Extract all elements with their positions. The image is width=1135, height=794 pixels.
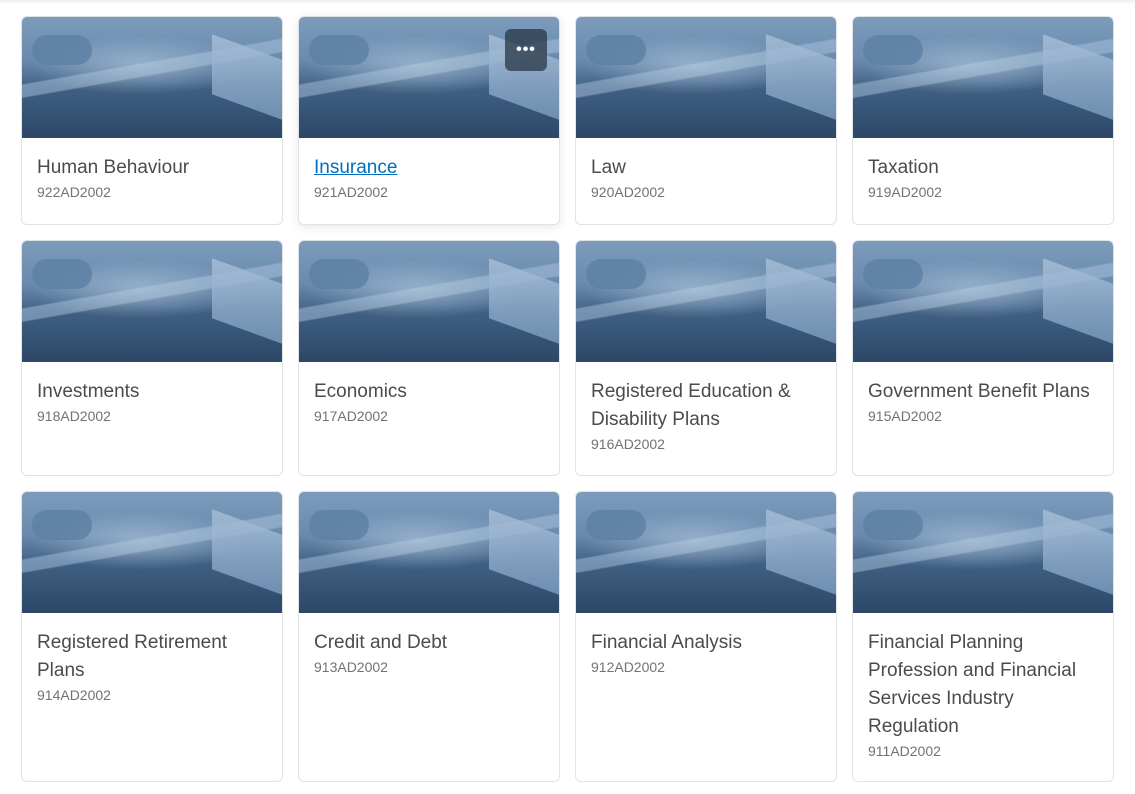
card-body: Registered Retirement Plans 914AD2002 bbox=[22, 613, 282, 704]
course-code: 922AD2002 bbox=[37, 184, 111, 200]
course-code: 917AD2002 bbox=[314, 408, 388, 424]
course-card[interactable]: Investments 918AD2002 bbox=[21, 240, 283, 476]
card-body: Investments 918AD2002 bbox=[22, 362, 282, 425]
course-code: 914AD2002 bbox=[37, 687, 111, 703]
course-image[interactable] bbox=[22, 17, 282, 138]
hand-shape bbox=[32, 510, 92, 540]
course-image[interactable] bbox=[853, 241, 1113, 362]
card-body: Insurance 921AD2002 bbox=[299, 138, 559, 201]
book-shape bbox=[489, 258, 559, 344]
hand-shape bbox=[586, 510, 646, 540]
book-shape bbox=[766, 34, 836, 120]
course-title-link[interactable]: Insurance bbox=[314, 154, 544, 182]
course-image[interactable] bbox=[576, 241, 836, 362]
card-body: Financial Planning Profession and Financ… bbox=[853, 613, 1113, 760]
card-body: Financial Analysis 912AD2002 bbox=[576, 613, 836, 676]
hand-shape bbox=[586, 259, 646, 289]
card-body: Taxation 919AD2002 bbox=[853, 138, 1113, 201]
course-code: 918AD2002 bbox=[37, 408, 111, 424]
card-body: Registered Education & Disability Plans 9… bbox=[576, 362, 836, 453]
hand-shape bbox=[32, 35, 92, 65]
hand-shape bbox=[309, 259, 369, 289]
book-shape bbox=[1043, 34, 1113, 120]
course-card[interactable]: Financial Analysis 912AD2002 bbox=[575, 491, 837, 782]
course-code: 912AD2002 bbox=[591, 659, 665, 675]
course-image[interactable] bbox=[299, 241, 559, 362]
course-title-link[interactable]: Economics bbox=[314, 378, 544, 406]
course-image[interactable] bbox=[22, 241, 282, 362]
course-image[interactable] bbox=[576, 17, 836, 138]
more-options-button[interactable]: ••• bbox=[505, 29, 547, 71]
course-title-link[interactable]: Credit and Debt bbox=[314, 629, 544, 657]
course-code: 915AD2002 bbox=[868, 408, 942, 424]
hand-shape bbox=[309, 510, 369, 540]
card-body: Government Benefit Plans 915AD2002 bbox=[853, 362, 1113, 425]
course-card[interactable]: ••• Insurance 921AD2002 bbox=[298, 16, 560, 225]
course-title-link[interactable]: Taxation bbox=[868, 154, 1098, 182]
book-shape bbox=[212, 258, 282, 344]
hand-shape bbox=[309, 35, 369, 65]
course-code: 920AD2002 bbox=[591, 184, 665, 200]
course-title-link[interactable]: Law bbox=[591, 154, 821, 182]
course-title-link[interactable]: Financial Planning Profession and Financ… bbox=[868, 629, 1098, 741]
card-body: Human Behaviour 922AD2002 bbox=[22, 138, 282, 201]
book-shape bbox=[489, 509, 559, 595]
course-card[interactable]: Taxation 919AD2002 bbox=[852, 16, 1114, 225]
hand-shape bbox=[863, 35, 923, 65]
course-card[interactable]: Credit and Debt 913AD2002 bbox=[298, 491, 560, 782]
card-body: Credit and Debt 913AD2002 bbox=[299, 613, 559, 676]
course-title-link[interactable]: Investments bbox=[37, 378, 267, 406]
hand-shape bbox=[32, 259, 92, 289]
hand-shape bbox=[863, 510, 923, 540]
course-card[interactable]: Registered Education & Disability Plans 9… bbox=[575, 240, 837, 476]
course-card[interactable]: Registered Retirement Plans 914AD2002 bbox=[21, 491, 283, 782]
course-title-link[interactable]: Human Behaviour bbox=[37, 154, 267, 182]
book-shape bbox=[212, 34, 282, 120]
course-code: 911AD2002 bbox=[868, 743, 941, 759]
course-image[interactable]: ••• bbox=[299, 17, 559, 138]
book-shape bbox=[1043, 258, 1113, 344]
course-card[interactable]: Human Behaviour 922AD2002 bbox=[21, 16, 283, 225]
hand-shape bbox=[586, 35, 646, 65]
hand-shape bbox=[863, 259, 923, 289]
course-image[interactable] bbox=[853, 492, 1113, 613]
card-body: Law 920AD2002 bbox=[576, 138, 836, 201]
course-title-link[interactable]: Registered Retirement Plans bbox=[37, 629, 267, 685]
course-card[interactable]: Law 920AD2002 bbox=[575, 16, 837, 225]
course-card[interactable]: Financial Planning Profession and Financ… bbox=[852, 491, 1114, 782]
course-image[interactable] bbox=[22, 492, 282, 613]
course-code: 921AD2002 bbox=[314, 184, 388, 200]
course-image[interactable] bbox=[299, 492, 559, 613]
course-title-link[interactable]: Registered Education & Disability Plans bbox=[591, 378, 821, 434]
book-shape bbox=[766, 258, 836, 344]
book-shape bbox=[212, 509, 282, 595]
course-title-link[interactable]: Financial Analysis bbox=[591, 629, 821, 657]
card-body: Economics 917AD2002 bbox=[299, 362, 559, 425]
course-card[interactable]: Government Benefit Plans 915AD2002 bbox=[852, 240, 1114, 476]
course-code: 913AD2002 bbox=[314, 659, 388, 675]
book-shape bbox=[1043, 509, 1113, 595]
course-code: 916AD2002 bbox=[591, 436, 665, 452]
course-card[interactable]: Economics 917AD2002 bbox=[298, 240, 560, 476]
course-image[interactable] bbox=[853, 17, 1113, 138]
book-shape bbox=[766, 509, 836, 595]
course-image[interactable] bbox=[576, 492, 836, 613]
course-grid: Human Behaviour 922AD2002 ••• Insurance 921A… bbox=[21, 16, 1114, 782]
top-shadow bbox=[0, 0, 1135, 4]
course-code: 919AD2002 bbox=[868, 184, 942, 200]
course-title-link[interactable]: Government Benefit Plans bbox=[868, 378, 1098, 406]
